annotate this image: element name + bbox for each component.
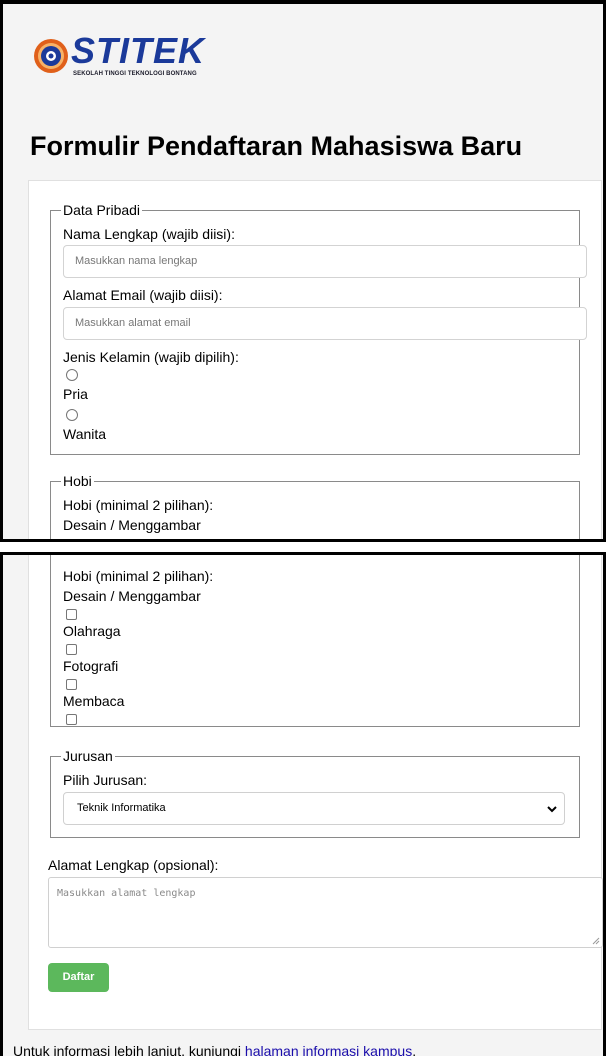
resize-grip-icon[interactable] xyxy=(592,937,600,945)
email-input[interactable]: Masukkan alamat email xyxy=(63,307,587,340)
footer-text: Untuk informasi lebih lanjut, kunjungi h… xyxy=(13,1043,416,1056)
email-label: Alamat Email (wajib diisi): xyxy=(63,287,223,303)
radio-pria[interactable] xyxy=(66,369,78,381)
hobi-label: Hobi (minimal 2 pilihan): xyxy=(63,497,214,513)
legend-jurusan: Jurusan xyxy=(63,748,113,764)
hobi-option-label: Olahraga xyxy=(63,623,121,639)
hobi-option-label: Desain / Menggambar xyxy=(63,588,201,604)
radio-label-pria: Pria xyxy=(63,386,88,402)
gender-label: Jenis Kelamin (wajib dipilih): xyxy=(63,349,239,365)
form-card: Hobi (minimal 2 pilihan): Desain / Mengg… xyxy=(28,555,603,1030)
jurusan-selected-value: Teknik Informatika xyxy=(77,802,166,814)
screenshot-bottom: Hobi (minimal 2 pilihan): Desain / Mengg… xyxy=(0,552,606,1056)
hobi-option-label: Fotografi xyxy=(63,658,119,674)
footer-link[interactable]: halaman informasi kampus xyxy=(245,1043,412,1056)
jurusan-label: Pilih Jurusan: xyxy=(63,772,148,788)
brand-tagline: SEKOLAH TINGGI TEKNOLOGI BONTANG xyxy=(73,71,197,77)
checkbox-desain[interactable] xyxy=(66,609,77,620)
hobi-option-label: Membaca xyxy=(63,693,125,709)
nama-input[interactable]: Masukkan nama lengkap xyxy=(63,245,587,278)
jurusan-select[interactable]: Teknik Informatika xyxy=(63,792,565,825)
nama-label: Nama Lengkap (wajib diisi): xyxy=(63,226,235,242)
screenshot-top: STITEK SEKOLAH TINGGI TEKNOLOGI BONTANG … xyxy=(0,0,606,542)
checkbox-membaca[interactable] xyxy=(66,714,77,725)
checkbox-fotografi[interactable] xyxy=(66,679,77,690)
hobi-label: Hobi (minimal 2 pilihan): xyxy=(63,568,214,584)
daftar-button[interactable]: Daftar xyxy=(48,963,109,992)
page-title: Formulir Pendaftaran Mahasiswa Baru xyxy=(30,131,523,161)
alamat-placeholder: Masukkan alamat lengkap xyxy=(57,888,196,899)
seal-icon xyxy=(34,39,68,73)
legend-hobi: Hobi xyxy=(63,473,92,489)
alamat-textarea[interactable]: Masukkan alamat lengkap xyxy=(48,877,603,948)
alamat-label: Alamat Lengkap (opsional): xyxy=(48,857,219,873)
radio-label-wanita: Wanita xyxy=(63,426,107,442)
legend-data-pribadi: Data Pribadi xyxy=(63,202,141,218)
checkbox-olahraga[interactable] xyxy=(66,644,77,655)
chevron-down-icon xyxy=(547,806,557,813)
brand-name: STITEK xyxy=(71,30,206,71)
footer-suffix: . xyxy=(412,1043,417,1056)
form-card: Data Pribadi Nama Lengkap (wajib diisi):… xyxy=(28,180,602,539)
hobi-option-label: Desain / Menggambar xyxy=(63,517,201,533)
footer-lead: Untuk informasi lebih lanjut, kunjungi xyxy=(13,1043,245,1056)
radio-wanita[interactable] xyxy=(66,409,78,421)
